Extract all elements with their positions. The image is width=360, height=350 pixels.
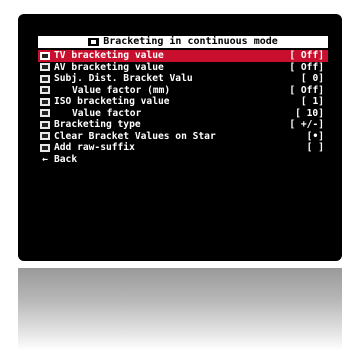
bracketing-type-icon xyxy=(40,120,50,129)
menu-item-value: [ ] xyxy=(306,142,324,153)
menu-item-value: [ +/-] xyxy=(289,119,324,130)
menu-item-value: [•] xyxy=(306,130,324,142)
clear-icon xyxy=(40,132,50,141)
screen-reflection xyxy=(18,268,342,350)
stage: Bracketing in continuous mode TV bracket… xyxy=(0,0,360,350)
menu-item-add-raw-suffix[interactable]: Add raw-suffix [ ] xyxy=(38,142,328,154)
tv-icon xyxy=(40,51,50,60)
menu-item-value: [ 10] xyxy=(295,107,324,119)
menu-item-label: TV bracketing value xyxy=(54,50,164,61)
menu-item-label: Clear Bracket Values on Star xyxy=(54,130,216,142)
menu-item-label: Subj. Dist. Bracket Valu xyxy=(54,73,193,84)
menu-item-label: Back xyxy=(54,153,78,165)
menu-item-subj-dist-bracket[interactable]: Subj. Dist. Bracket Valu [ 0] xyxy=(38,73,328,85)
menu-item-clear-bracket-values[interactable]: Clear Bracket Values on Star [•] xyxy=(38,131,328,143)
camera-screen: Bracketing in continuous mode TV bracket… xyxy=(18,14,342,261)
bracketing-icon xyxy=(88,38,100,46)
subject-distance-icon xyxy=(40,74,50,83)
menu-item-label: Value factor xyxy=(72,107,142,119)
menu-item-value: [ 1] xyxy=(300,96,324,107)
raw-icon xyxy=(40,143,50,152)
menu-item-label: Value factor (mm) xyxy=(72,84,171,96)
menu-item-value: [ Off] xyxy=(289,50,324,61)
menu-item-label: ISO bracketing value xyxy=(54,96,170,107)
menu-item-value: [ 0] xyxy=(300,73,324,84)
menu-item-back[interactable]: ← Back xyxy=(38,154,328,166)
menu-title-text: Bracketing in continuous mode xyxy=(103,36,278,47)
bracketing-menu: Bracketing in continuous mode TV bracket… xyxy=(38,36,328,165)
av-icon xyxy=(40,63,50,72)
menu-item-label: Bracketing type xyxy=(54,119,141,130)
menu-item-label: Add raw-suffix xyxy=(54,142,135,153)
menu-item-av-bracketing[interactable]: AV bracketing value [ Off] xyxy=(38,62,328,74)
menu-item-value-factor-mm[interactable]: Value factor (mm) [ Off] xyxy=(38,85,328,97)
menu-item-value: [ Off] xyxy=(289,84,324,96)
value-factor-icon xyxy=(40,109,50,118)
value-factor-icon xyxy=(40,86,50,95)
back-arrow-icon: ← xyxy=(42,153,48,165)
menu-item-bracketing-type[interactable]: Bracketing type [ +/-] xyxy=(38,119,328,131)
menu-title: Bracketing in continuous mode xyxy=(38,36,328,48)
menu-item-label: AV bracketing value xyxy=(54,61,164,73)
menu-item-tv-bracketing[interactable]: TV bracketing value [ Off] xyxy=(38,50,328,62)
menu-item-value: [ Off] xyxy=(289,61,324,73)
iso-icon xyxy=(40,97,50,106)
menu-item-iso-bracketing[interactable]: ISO bracketing value [ 1] xyxy=(38,96,328,108)
menu-item-value-factor[interactable]: Value factor [ 10] xyxy=(38,108,328,120)
